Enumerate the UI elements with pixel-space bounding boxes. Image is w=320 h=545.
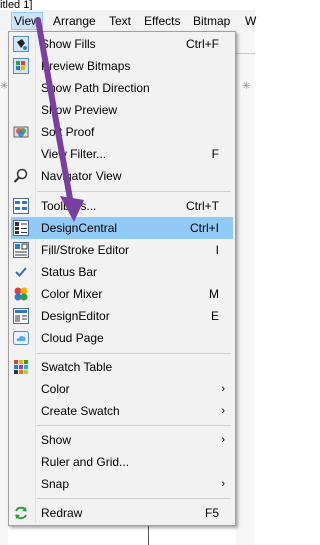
menu-item-label: Cloud Page (41, 331, 104, 345)
menu-item-redraw[interactable]: Redraw F5 (11, 502, 233, 524)
menu-item-label: Show (41, 433, 72, 447)
submenu-arrow-icon: › (221, 434, 225, 446)
menu-item-show[interactable]: Show › (11, 429, 233, 451)
menu-separator (37, 353, 231, 354)
menu-item-color-mixer[interactable]: Color Mixer M (11, 283, 233, 305)
window-title-fragment: itled 1] (0, 0, 33, 10)
menu-item-show-preview[interactable]: Show Preview (11, 99, 233, 121)
designeditor-icon (13, 308, 29, 324)
menu-separator (37, 425, 231, 426)
menu-item-label: Fill/Stroke Editor (41, 243, 130, 257)
menu-item-shortcut: Ctrl+F (186, 37, 219, 51)
navigator-icon (13, 168, 28, 183)
menu-item-status-bar[interactable]: Status Bar (11, 261, 233, 283)
menu-item-label: Show Fills (41, 37, 96, 51)
canvas-right-edge (236, 31, 255, 545)
menu-item-snap[interactable]: Snap › (11, 473, 233, 495)
menu-item-label: Ruler and Grid... (41, 455, 130, 469)
menu-item-show-path-direction[interactable]: Show Path Direction (11, 77, 233, 99)
menu-item-shortcut: Ctrl+T (186, 199, 219, 213)
menu-item-toolbars[interactable]: Toolbars... Ctrl+T (11, 195, 233, 217)
menu-item-shortcut: Ctrl+I (189, 221, 219, 235)
show-fills-icon (13, 36, 29, 52)
menubar-arrange[interactable]: Arrange (53, 13, 96, 29)
menu-item-shortcut: F5 (204, 506, 219, 520)
menu-item-create-swatch[interactable]: Create Swatch › (11, 400, 233, 422)
submenu-arrow-icon: › (221, 383, 225, 395)
menu-item-label: DesignEditor (41, 309, 110, 323)
menubar-view[interactable]: View (11, 12, 43, 30)
menu-item-label: Snap (41, 477, 70, 491)
menu-item-view-filter[interactable]: View Filter... F (11, 143, 233, 165)
menu-separator (37, 498, 231, 499)
menu-item-label: Toolbars... (41, 199, 97, 213)
menu-item-preview-bitmaps[interactable]: Preview Bitmaps (11, 55, 233, 77)
sparkle-icon: ✳ (242, 81, 251, 92)
menu-item-label: Navigator View (41, 169, 122, 183)
menu-item-ruler-and-grid[interactable]: Ruler and Grid... (11, 451, 233, 473)
menu-item-soft-proof[interactable]: Soft Proof (11, 121, 233, 143)
menu-separator (37, 191, 231, 192)
menu-item-shortcut: F (211, 147, 219, 161)
menubar-bitmap[interactable]: Bitmap (193, 13, 230, 29)
soft-proof-icon (13, 126, 29, 138)
menu-item-label: Color (41, 382, 70, 396)
submenu-arrow-icon: › (221, 478, 225, 490)
menu-item-label: DesignCentral (41, 221, 118, 235)
view-menu: Show Fills Ctrl+F Preview Bitmaps Show P… (8, 31, 236, 526)
menu-item-cloud-page[interactable]: Cloud Page (11, 327, 233, 349)
menu-bar: View Arrange Text Effects Bitmap W (0, 10, 256, 32)
menu-item-show-fills[interactable]: Show Fills Ctrl+F (11, 33, 233, 55)
canvas-line (148, 526, 149, 545)
menu-item-designcentral[interactable]: DesignCentral Ctrl+I (11, 217, 233, 239)
menu-item-shortcut: I (215, 243, 219, 257)
menu-item-label: Preview Bitmaps (41, 59, 131, 73)
cloud-page-icon (13, 331, 29, 345)
menu-item-shortcut: M (209, 287, 219, 301)
menu-item-label: Soft Proof (41, 125, 95, 139)
menu-item-label: Color Mixer (41, 287, 103, 301)
menu-item-navigator-view[interactable]: Navigator View (11, 165, 233, 187)
menu-item-label: Status Bar (41, 265, 98, 279)
menu-item-label: Redraw (41, 506, 83, 520)
color-mixer-icon (14, 287, 28, 301)
menubar-effects[interactable]: Effects (144, 13, 180, 29)
preview-bitmaps-icon (13, 58, 29, 74)
canvas-divider (236, 53, 255, 54)
menu-item-shortcut: E (210, 309, 219, 323)
menu-item-label: View Filter... (41, 147, 107, 161)
menu-item-label: Create Swatch (41, 404, 120, 418)
menu-item-label: Show Path Direction (41, 81, 150, 95)
canvas-left-edge (0, 31, 8, 545)
menubar-window[interactable]: W (245, 13, 256, 29)
toolbars-icon (13, 198, 29, 214)
menubar-text[interactable]: Text (109, 13, 131, 29)
menu-item-label: Show Preview (41, 103, 118, 117)
menu-item-swatch-table[interactable]: Swatch Table (11, 356, 233, 378)
menu-item-label: Swatch Table (41, 360, 113, 374)
menu-item-designeditor[interactable]: DesignEditor E (11, 305, 233, 327)
menu-item-fill-stroke-editor[interactable]: Fill/Stroke Editor I (11, 239, 233, 261)
fill-stroke-icon (13, 242, 29, 258)
menu-item-color[interactable]: Color › (11, 378, 233, 400)
checkmark-icon (15, 267, 27, 277)
redraw-icon (15, 506, 27, 520)
designcentral-icon (13, 220, 29, 236)
swatch-table-icon (14, 360, 28, 374)
submenu-arrow-icon: › (221, 405, 225, 417)
